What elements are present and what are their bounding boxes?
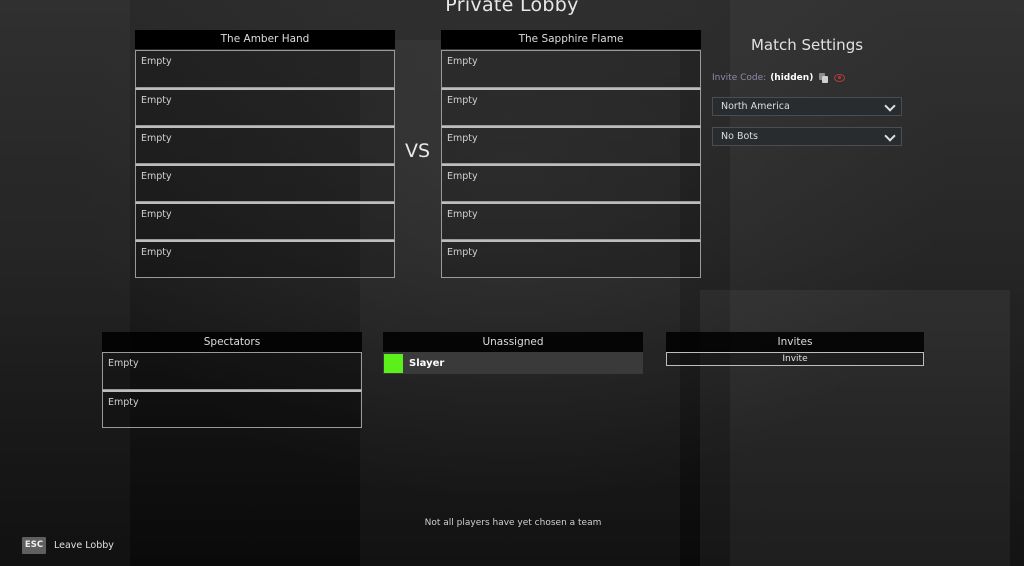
team-slot[interactable]: Empty xyxy=(135,88,395,126)
page-title: Private Lobby xyxy=(445,0,579,16)
invites-panel: Invites Invite xyxy=(666,332,924,366)
invites-title: Invites xyxy=(666,332,924,352)
region-dropdown[interactable]: North America xyxy=(712,97,902,116)
team-slot[interactable]: Empty xyxy=(441,202,701,240)
invite-code-row: Invite Code: (hidden) xyxy=(712,73,846,83)
team-slot[interactable]: Empty xyxy=(135,50,395,88)
spectators-title: Spectators xyxy=(102,332,362,352)
spectators-panel: Spectators Empty Empty xyxy=(102,332,362,428)
chevron-down-icon xyxy=(884,100,896,112)
copy-icon[interactable] xyxy=(819,73,829,83)
chevron-down-icon xyxy=(884,130,896,142)
leave-lobby-label: Leave Lobby xyxy=(54,540,114,551)
team-name: The Amber Hand xyxy=(135,30,395,49)
team-sapphire-flame: The Sapphire Flame Empty Empty Empty Emp… xyxy=(441,30,701,278)
versus-label: VS xyxy=(405,140,431,162)
esc-key-badge: ESC xyxy=(22,537,46,554)
unassigned-panel: Unassigned Slayer xyxy=(383,332,643,374)
unassigned-title: Unassigned xyxy=(383,332,643,352)
status-message: Not all players have yet chosen a team xyxy=(424,518,602,528)
team-slot[interactable]: Empty xyxy=(441,164,701,202)
team-slot[interactable]: Empty xyxy=(441,88,701,126)
spectator-slot[interactable]: Empty xyxy=(102,352,362,390)
invite-code-value: (hidden) xyxy=(770,73,814,83)
team-slot[interactable]: Empty xyxy=(135,126,395,164)
team-amber-hand: The Amber Hand Empty Empty Empty Empty E… xyxy=(135,30,395,278)
player-row[interactable]: Slayer xyxy=(383,352,643,374)
team-slot[interactable]: Empty xyxy=(135,202,395,240)
region-value: North America xyxy=(721,101,790,112)
team-slot[interactable]: Empty xyxy=(441,126,701,164)
player-name: Slayer xyxy=(409,357,445,369)
team-slot[interactable]: Empty xyxy=(441,50,701,88)
team-slot[interactable]: Empty xyxy=(441,240,701,278)
match-settings-title: Match Settings xyxy=(750,36,864,54)
team-name: The Sapphire Flame xyxy=(441,30,701,49)
player-color-swatch xyxy=(384,353,403,373)
invite-code-label: Invite Code: xyxy=(712,73,767,83)
team-slot[interactable]: Empty xyxy=(135,164,395,202)
bots-dropdown[interactable]: No Bots xyxy=(712,127,902,146)
bots-value: No Bots xyxy=(721,131,758,142)
leave-lobby-button[interactable]: ESC Leave Lobby xyxy=(22,537,114,554)
eye-icon[interactable] xyxy=(834,74,846,82)
invite-button[interactable]: Invite xyxy=(666,352,924,366)
spectator-slot[interactable]: Empty xyxy=(102,390,362,428)
team-slot[interactable]: Empty xyxy=(135,240,395,278)
